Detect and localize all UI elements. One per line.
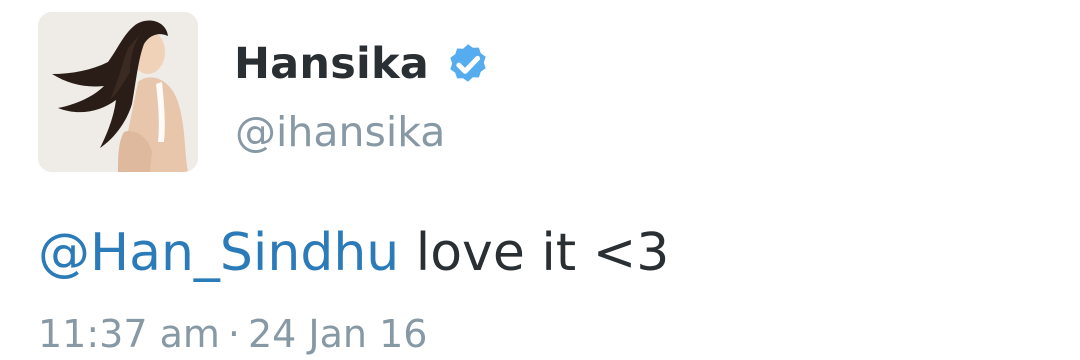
tweet-date: 24 Jan 16 — [248, 312, 428, 356]
author-name[interactable]: Hansika — [234, 34, 429, 94]
author-handle[interactable]: @ihansika — [235, 104, 445, 160]
timestamp[interactable]: 11:37 am · 24 Jan 16 — [38, 308, 427, 360]
verified-badge-icon — [450, 44, 486, 82]
tweet-time: 11:37 am — [38, 312, 220, 356]
mention-link[interactable]: @Han_Sindhu — [38, 223, 399, 283]
avatar-photo — [38, 12, 198, 172]
tweet-card: Hansika @ihansika @Han_Sindhu love it <3… — [0, 0, 1080, 360]
tweet-body-text: love it <3 — [399, 223, 670, 283]
timestamp-separator: · — [227, 312, 240, 356]
tweet-text: @Han_Sindhu love it <3 — [38, 220, 669, 286]
avatar[interactable] — [38, 12, 198, 172]
